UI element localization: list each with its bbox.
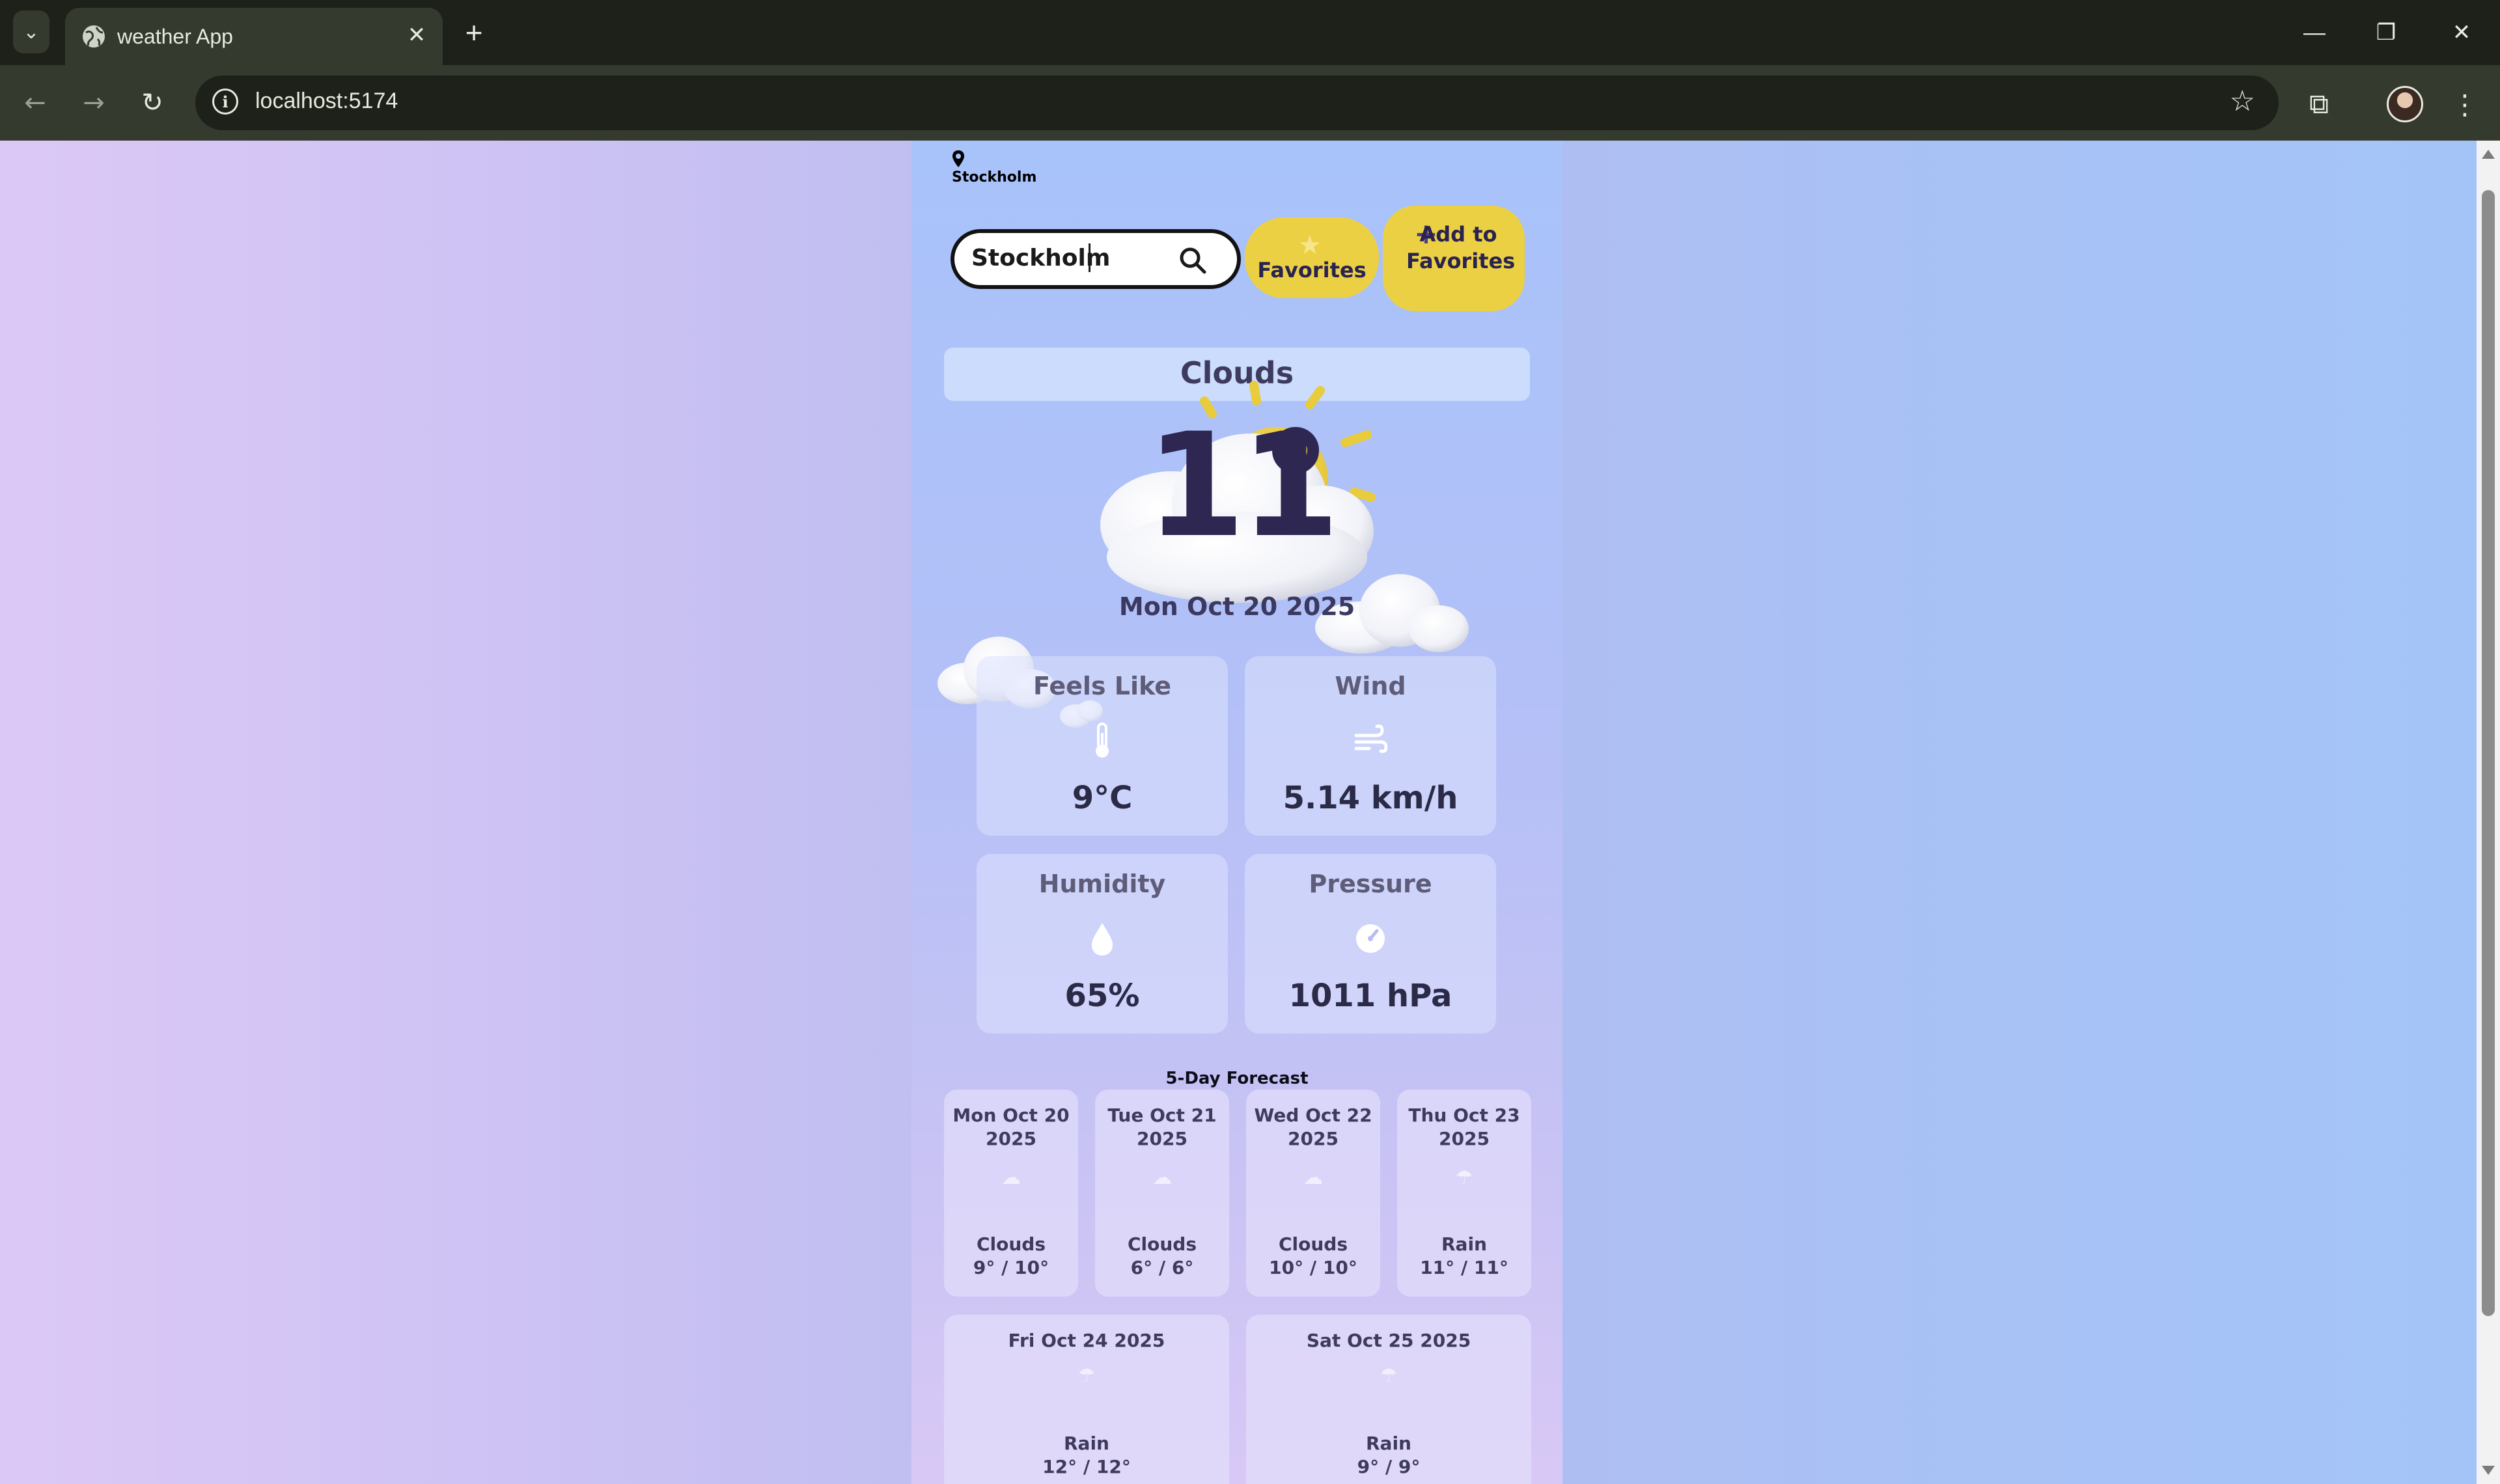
- star-icon: ★: [1298, 230, 1322, 260]
- condition-banner: Clouds: [944, 348, 1530, 401]
- close-window-icon[interactable]: ✕: [2432, 13, 2491, 52]
- cloud-icon: ☁: [1152, 1166, 1172, 1189]
- forecast-condition: Clouds 10° / 10°: [1269, 1233, 1357, 1278]
- current-date: Mon Oct 20 2025: [1118, 592, 1355, 621]
- text-caret: [1089, 243, 1090, 272]
- rain-icon: ☂: [1077, 1364, 1096, 1387]
- minimize-icon[interactable]: —: [2285, 13, 2344, 52]
- stat-label: Humidity: [1038, 870, 1166, 898]
- humidity-card: Humidity 65%: [977, 854, 1228, 1034]
- new-tab-button[interactable]: +: [456, 14, 492, 51]
- tab-close-icon[interactable]: ✕: [401, 20, 432, 51]
- scroll-up-icon[interactable]: [2482, 150, 2495, 159]
- bookmark-star-icon[interactable]: ☆: [2230, 85, 2255, 118]
- stat-value: 1011 hPa: [1288, 978, 1452, 1014]
- browser-tab-bar: ⌄ weather App ✕ + — ❐ ✕: [0, 0, 2500, 65]
- forecast-card: Sat Oct 25 2025 ☂ Rain 9° / 9°: [1246, 1315, 1531, 1484]
- wind-icon: [1354, 724, 1387, 753]
- forecast-date: Mon Oct 20 2025: [952, 1105, 1070, 1149]
- forecast-condition: Clouds 6° / 6°: [1127, 1233, 1197, 1278]
- thermometer-icon: [1096, 722, 1109, 758]
- forecast-card: Thu Oct 23 2025 ☂ Rain 11° / 11°: [1397, 1090, 1531, 1297]
- browser-toolbar: ← → ↻ i localhost:5174 ☆ ⧉ ⋮: [0, 65, 2500, 141]
- wind-card: Wind 5.14 km/h: [1245, 656, 1496, 836]
- forecast-condition: Rain 11° / 11°: [1420, 1233, 1508, 1278]
- forecast-card: Wed Oct 22 2025 ☁ Clouds 10° / 10°: [1246, 1090, 1380, 1297]
- back-arrow-icon[interactable]: ←: [17, 85, 53, 121]
- tab-list-button[interactable]: ⌄: [13, 10, 49, 53]
- scroll-thumb[interactable]: [2482, 190, 2495, 1316]
- forecast-date: Tue Oct 21 2025: [1107, 1105, 1217, 1149]
- forecast-card: Mon Oct 20 2025 ☁ Clouds 9° / 10°: [944, 1090, 1078, 1297]
- restore-icon[interactable]: ❐: [2357, 13, 2415, 52]
- stat-label: Feels Like: [1033, 672, 1172, 700]
- stat-value: 65%: [1064, 978, 1140, 1014]
- pressure-card: Pressure 1011 hPa: [1245, 854, 1496, 1034]
- stat-label: Pressure: [1309, 870, 1432, 898]
- tab-title: weather App: [117, 25, 233, 48]
- forecast-date: Sat Oct 25 2025: [1306, 1330, 1471, 1351]
- cloud-icon: ☁: [1001, 1166, 1021, 1189]
- address-url[interactable]: localhost:5174: [255, 89, 398, 114]
- forecast-condition: Clouds 9° / 10°: [973, 1233, 1049, 1278]
- forecast-card: Tue Oct 21 2025 ☁ Clouds 6° / 6°: [1095, 1090, 1229, 1297]
- globe-icon: [83, 25, 105, 48]
- feels-like-card: Feels Like 9°C: [977, 656, 1228, 836]
- city-search-input[interactable]: Stockholm: [951, 229, 1241, 289]
- stat-value: 5.14 km/h: [1283, 780, 1458, 816]
- search-icon[interactable]: [1178, 246, 1207, 275]
- address-bar[interactable]: i localhost:5174 ☆: [195, 76, 2279, 130]
- page-viewport: Stockholm Stockholm ★ Favorites + Add to…: [0, 141, 2477, 1484]
- add-to-favorites-button[interactable]: + Add to Favorites: [1383, 206, 1525, 311]
- extensions-icon[interactable]: ⧉: [2299, 85, 2339, 124]
- forecast-date: Thu Oct 23 2025: [1408, 1105, 1520, 1149]
- rain-icon: ☂: [1455, 1166, 1473, 1189]
- stat-label: Wind: [1335, 672, 1406, 700]
- favorites-label: Favorites: [1257, 258, 1367, 282]
- browser-tab[interactable]: weather App ✕: [65, 8, 443, 65]
- degree-symbol: [1272, 427, 1319, 474]
- forward-arrow-icon[interactable]: →: [76, 85, 112, 121]
- forecast-condition: Rain 12° / 12°: [1042, 1433, 1131, 1477]
- scroll-down-icon[interactable]: [2482, 1466, 2495, 1475]
- forecast-condition: Rain 9° / 9°: [1357, 1433, 1421, 1477]
- location-name: Stockholm: [952, 169, 1037, 186]
- favorites-button[interactable]: ★ Favorites: [1245, 217, 1379, 298]
- forecast-date: Wed Oct 22 2025: [1254, 1105, 1372, 1149]
- page-scrollbar[interactable]: [2477, 141, 2500, 1484]
- current-condition: Clouds: [1180, 355, 1294, 391]
- rain-icon: ☂: [1380, 1364, 1398, 1387]
- cloud-icon: ☁: [1303, 1166, 1323, 1189]
- reload-icon[interactable]: ↻: [134, 85, 171, 121]
- add-to-favorites-label: Add to Favorites: [1406, 222, 1516, 273]
- stat-value: 9°C: [1072, 780, 1133, 816]
- profile-avatar[interactable]: [2387, 86, 2423, 122]
- weather-app-container: Stockholm Stockholm ★ Favorites + Add to…: [911, 141, 1562, 1484]
- forecast-date: Fri Oct 24 2025: [1008, 1330, 1165, 1351]
- forecast-card: Fri Oct 24 2025 ☂ Rain 12° / 12°: [944, 1315, 1229, 1484]
- forecast-heading: 5-Day Forecast: [1165, 1069, 1309, 1088]
- droplet-icon: [1092, 923, 1113, 955]
- site-info-icon[interactable]: i: [212, 89, 238, 115]
- gauge-icon: [1356, 924, 1385, 953]
- menu-dots-icon[interactable]: ⋮: [2445, 85, 2484, 124]
- location-pin-icon: [952, 150, 964, 167]
